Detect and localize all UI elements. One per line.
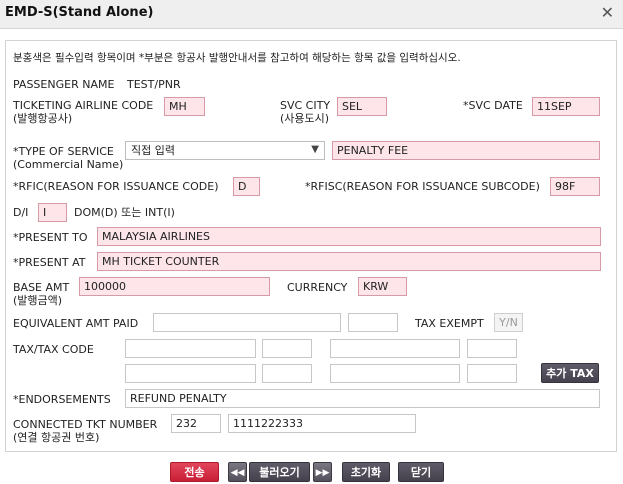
di-hint: DOM(D) 또는 INT(I) xyxy=(74,206,175,219)
passenger-name-label: PASSENGER NAME xyxy=(13,78,115,91)
present-to-input[interactable]: MALAYSIA AIRLINES xyxy=(97,227,601,246)
chevron-down-icon: ▼ xyxy=(311,144,319,155)
svc-city-label: SVC CITY xyxy=(280,99,331,112)
required-notice: 분홍색은 필수입력 항목이며 *부분은 항공사 발행안내서를 참고하여 해당하는… xyxy=(13,52,461,64)
di-label: D/I xyxy=(13,206,29,219)
connected-tkt-sublabel: (연결 항공권 번호) xyxy=(13,431,100,444)
ticketing-airline-sublabel: (발행항공사) xyxy=(13,112,73,125)
connected-tkt-label: CONNECTED TKT NUMBER xyxy=(13,418,158,431)
type-of-service-sublabel: (Commercial Name) xyxy=(13,158,124,171)
tax-code-input-4[interactable] xyxy=(467,364,517,383)
svc-city-input[interactable]: SEL xyxy=(337,97,387,116)
type-of-service-input[interactable]: PENALTY FEE xyxy=(332,141,600,160)
connected-tkt-number-input[interactable]: 1111222333 xyxy=(228,414,416,433)
tax-amount-input-2[interactable] xyxy=(330,339,460,358)
svc-date-input[interactable]: 11SEP xyxy=(532,97,600,116)
equivalent-amt-input[interactable] xyxy=(153,313,341,332)
present-at-input[interactable]: MH TICKET COUNTER xyxy=(97,252,601,271)
ticketing-airline-input[interactable]: MH xyxy=(164,97,205,116)
base-amt-label: BASE AMT xyxy=(13,281,70,294)
load-button[interactable]: 불러오기 xyxy=(249,462,310,482)
base-amt-sublabel: (발행금액) xyxy=(13,294,63,307)
tax-code-input-3[interactable] xyxy=(262,364,312,383)
close-icon[interactable]: ✕ xyxy=(601,3,614,22)
rfisc-label: *RFISC(REASON FOR ISSUANCE SUBCODE) xyxy=(305,180,540,193)
passenger-name-value: TEST/PNR xyxy=(127,78,181,91)
ticketing-airline-label: TICKETING AIRLINE CODE xyxy=(13,99,154,112)
tax-amount-input-4[interactable] xyxy=(330,364,460,383)
svc-city-sublabel: (사용도시) xyxy=(280,112,330,125)
tax-exempt-label: TAX EXEMPT xyxy=(415,317,484,330)
rfic-input[interactable]: D xyxy=(233,177,260,196)
add-tax-button[interactable]: 추가 TAX xyxy=(541,363,599,383)
connected-tkt-prefix-input[interactable]: 232 xyxy=(171,414,221,433)
prev-icon[interactable]: ◀◀ xyxy=(228,462,247,482)
equivalent-currency-input[interactable] xyxy=(348,313,398,332)
endorsements-input[interactable]: REFUND PENALTY xyxy=(125,389,600,408)
currency-input[interactable]: KRW xyxy=(358,277,407,296)
rfisc-input[interactable]: 98F xyxy=(550,177,600,196)
tax-amount-input-1[interactable] xyxy=(125,339,256,358)
rfic-label: *RFIC(REASON FOR ISSUANCE CODE) xyxy=(13,180,219,193)
window-title: EMD-S(Stand Alone) xyxy=(5,5,154,20)
endorsements-label: *ENDORSEMENTS xyxy=(13,393,111,406)
tax-code-input-1[interactable] xyxy=(262,339,312,358)
next-icon[interactable]: ▶▶ xyxy=(313,462,332,482)
submit-button[interactable]: 전송 xyxy=(170,462,219,482)
present-at-label: *PRESENT AT xyxy=(13,256,86,269)
base-amt-input[interactable]: 100000 xyxy=(79,277,270,296)
equivalent-amt-label: EQUIVALENT AMT PAID xyxy=(13,317,139,330)
type-of-service-select-value: 직접 입력 xyxy=(131,144,175,157)
tax-amount-input-3[interactable] xyxy=(125,364,256,383)
type-of-service-select[interactable]: 직접 입력 ▼ xyxy=(125,141,325,160)
title-bar: EMD-S(Stand Alone) ✕ xyxy=(0,0,623,29)
present-to-label: *PRESENT TO xyxy=(13,231,88,244)
svc-date-label: *SVC DATE xyxy=(463,99,523,112)
close-button[interactable]: 닫기 xyxy=(398,462,444,482)
tax-label: TAX/TAX CODE xyxy=(13,343,94,356)
reset-button[interactable]: 초기화 xyxy=(342,462,390,482)
tax-exempt-input[interactable]: Y/N xyxy=(494,313,523,332)
currency-label: CURRENCY xyxy=(287,281,348,294)
type-of-service-label: *TYPE OF SERVICE xyxy=(13,145,114,158)
tax-code-input-2[interactable] xyxy=(467,339,517,358)
di-input[interactable]: I xyxy=(38,203,67,222)
